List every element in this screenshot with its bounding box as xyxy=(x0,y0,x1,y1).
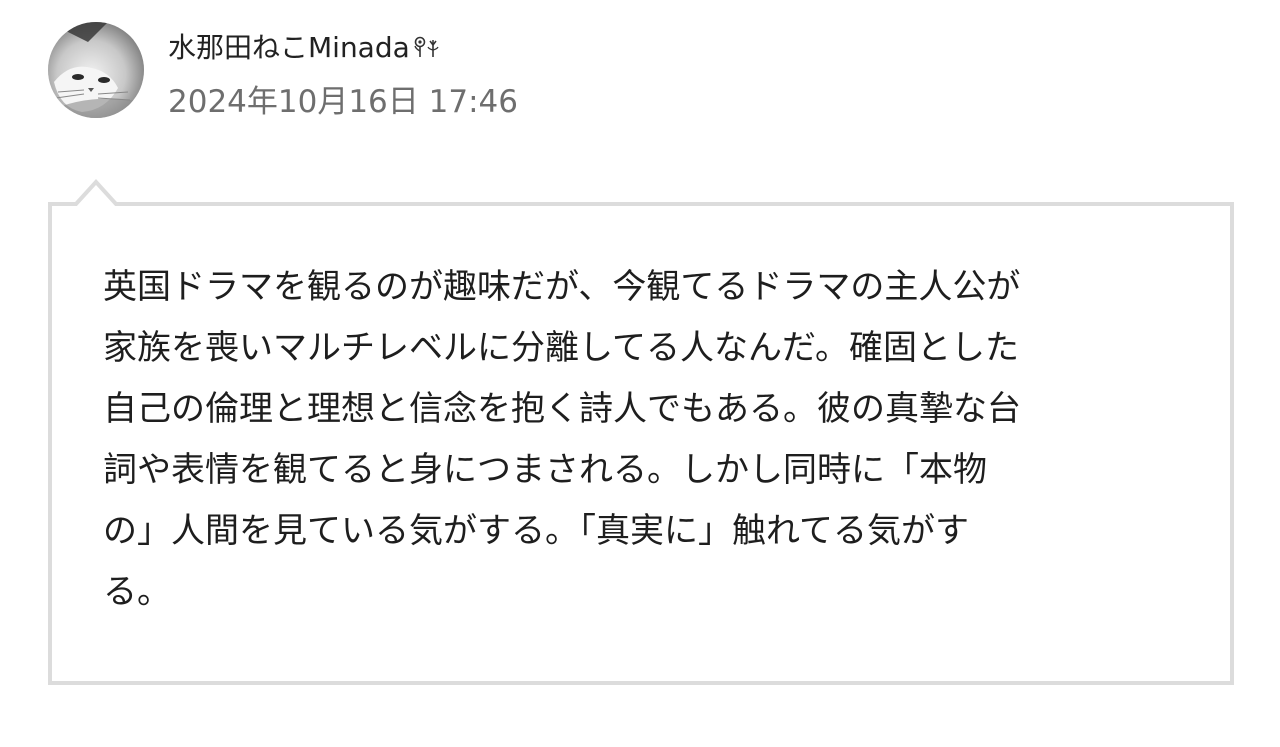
author-name-text: 水那田ねこMinada xyxy=(168,31,410,64)
flower-emoji-icon xyxy=(412,32,442,68)
comment-bubble: 英国ドラマを観るのが趣味だが、今観てるドラマの主人公が 家族を喪いマルチレベルに… xyxy=(48,177,1234,685)
post-timestamp[interactable]: 2024年10月16日 17:46 xyxy=(168,82,518,122)
avatar[interactable] xyxy=(48,22,144,118)
author-name[interactable]: 水那田ねこMinada xyxy=(168,30,442,68)
cat-avatar-image xyxy=(48,22,144,118)
comment-body: 英国ドラマを観るのが趣味だが、今観てるドラマの主人公が 家族を喪いマルチレベルに… xyxy=(103,267,1021,612)
